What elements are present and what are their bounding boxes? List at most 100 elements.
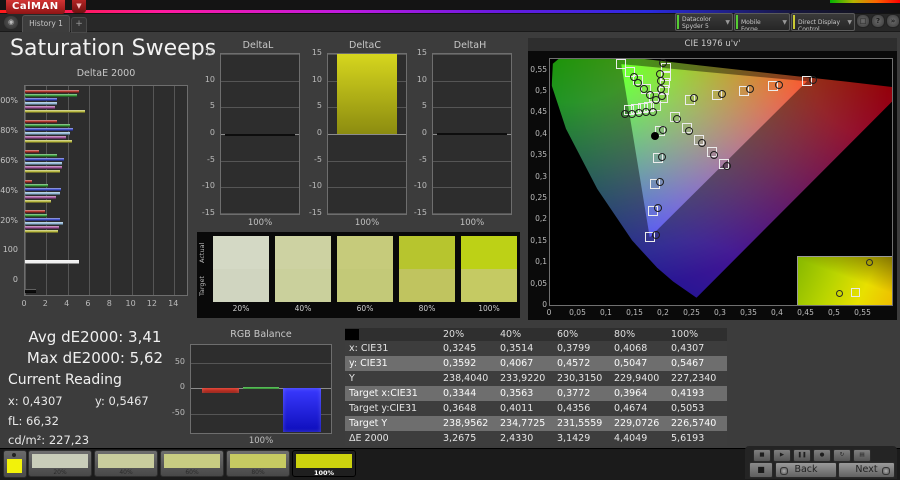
deltae2000-y-axis-labels: 100% 80% 60% 40% 20% 100 0 (0, 85, 21, 296)
measured-yellow-20pct (657, 91, 666, 100)
play-mini-button[interactable]: ▶ (773, 449, 791, 462)
deltaL-bar (225, 134, 295, 136)
actual-swatch (337, 236, 393, 269)
swatch-label: 80% (418, 304, 436, 313)
avg-de2000-stat: Avg dE2000: 3,41 (28, 328, 162, 346)
y-tick-label: -10 (308, 181, 322, 191)
level-button-20%[interactable]: 20% (28, 450, 92, 477)
chevron-down-icon: ▼ (847, 19, 852, 26)
level-button-60%[interactable]: 60% (160, 450, 224, 477)
pause-mini-button[interactable]: ❚❚ (793, 449, 811, 462)
actual-swatch (461, 236, 517, 269)
rgb-balance-x-axis-label: 100% (248, 436, 274, 446)
de-bar-red-20% (25, 210, 46, 213)
table-row: Target Y 238,9562 234,7725 231,5559 229,0726… (345, 416, 727, 431)
record-mini-button[interactable]: ● (813, 449, 831, 462)
deltaH-bar (437, 132, 507, 135)
gridline (131, 86, 133, 295)
cell-value: 4,4049 (614, 433, 648, 444)
de-bar-red-100% (25, 90, 80, 93)
deltac-chart-title: DeltaC (349, 40, 381, 51)
stop-button[interactable]: ■ (749, 462, 773, 478)
column-header: 80% (614, 329, 636, 340)
gridline (328, 134, 406, 135)
back-button-label: Back (794, 464, 818, 475)
back-button[interactable]: Back (775, 462, 837, 478)
cie-plot-area (549, 58, 893, 306)
cell-value: 0,5053 (671, 403, 705, 414)
collapse-button[interactable]: » (886, 14, 900, 28)
app-menu-arrow-icon[interactable]: ▼ (72, 0, 86, 13)
x-tick-label: 0,45 (797, 308, 814, 317)
y-tick-label: 0 (209, 128, 215, 137)
table-row: Target y:CIE31 0,3648 0,4011 0,4356 0,4674 0,… (345, 401, 727, 416)
y-tick-label: 0,1 (535, 257, 547, 267)
gridline (221, 213, 299, 214)
meter-dropdown-display-control[interactable]: Direct Display Control ▼ (791, 13, 855, 31)
de-bar-black-0 (25, 289, 36, 293)
current-reading-heading: Current Reading (8, 372, 122, 388)
cell-value: 234,7725 (500, 418, 546, 429)
current-cdm2-value: cd/m²: 227,23 (8, 433, 90, 447)
swatch-column-100%: 100% (461, 236, 517, 313)
gridline (221, 54, 299, 55)
gridline (433, 160, 511, 162)
add-tab-button[interactable]: + (71, 17, 87, 33)
app-logo[interactable]: CalMAN (6, 0, 65, 14)
y-tick-label: 0,25 (530, 193, 547, 203)
y-tick-label: -5 (207, 154, 215, 164)
settings-button[interactable]: □ (856, 14, 870, 28)
meter-sublabel: LCD (LED) (682, 30, 713, 31)
x-tick-label: 8 (106, 299, 112, 308)
deltal-y-axis-labels: 15 10 5 0 -5 -10 -15 (196, 40, 218, 220)
target-green-100pct (616, 59, 627, 70)
pattern-window-mini-button[interactable]: ▤ (853, 449, 871, 462)
cell-value: 0,3344 (443, 388, 477, 399)
x-tick-label: 0,15 (626, 308, 643, 317)
de-bar-blue-80% (25, 128, 73, 131)
cell-value: 5,6193 (671, 433, 705, 444)
meter-dropdown-source[interactable]: Mobile Forge ▼ (734, 13, 790, 31)
de-bar-green-60% (25, 154, 57, 157)
de-bar-yellow-40% (25, 200, 51, 203)
level-button-40%[interactable]: 40% (94, 450, 158, 477)
deltah-plot-area (432, 53, 512, 215)
pattern-color-button[interactable] (3, 450, 27, 478)
y-tick-label: -50 (171, 407, 185, 417)
page-title: Saturation Sweeps (10, 36, 217, 61)
de-bar-yellow-20% (25, 230, 59, 233)
meter-dropdown-colorimeter[interactable]: Datacolor Spyder 5 LCD (LED) ▼ (675, 13, 733, 31)
table-corner-cell (345, 328, 440, 341)
next-button[interactable]: Next (838, 462, 895, 478)
deltac-x-axis-label: 100% (354, 218, 380, 228)
rgb-balance-plot-area (190, 344, 332, 434)
deltac-plot-area (327, 53, 407, 215)
cell-value: 3,1429 (557, 433, 591, 444)
transport-panel: ■ ▶ ❚❚ ● ↻ ▤ ■ Back Next (745, 446, 897, 479)
help-button[interactable]: ? (871, 14, 885, 28)
actual-swatch (399, 236, 455, 269)
level-button-100%[interactable]: 100% (292, 450, 356, 477)
gridline (328, 187, 406, 189)
level-label: 20% (53, 469, 67, 476)
level-swatch (32, 454, 88, 468)
panel-toggle-button[interactable]: ◉ (4, 16, 18, 29)
target-swatch (461, 269, 517, 302)
cell-value: 238,9562 (443, 418, 489, 429)
tab-history[interactable]: History 1 (22, 15, 70, 32)
gridline (328, 160, 406, 162)
rainbow-strip (830, 0, 900, 3)
level-swatch (98, 454, 154, 468)
gridline (221, 160, 299, 162)
x-tick-label: 0,2 (657, 308, 669, 317)
y-tick-label: -5 (314, 154, 322, 164)
gridline (328, 213, 406, 214)
x-tick-label: 4 (64, 299, 70, 308)
stop-mini-button[interactable]: ■ (753, 449, 771, 462)
deltah-x-axis-label: 100% (459, 218, 485, 228)
level-button-80%[interactable]: 80% (226, 450, 290, 477)
table-row: y: CIE31 0,3592 0,4067 0,4572 0,5047 0,5467 (345, 356, 727, 371)
loop-mini-button[interactable]: ↻ (833, 449, 851, 462)
y-tick-label: 5 (209, 101, 215, 111)
x-tick-label: 0,5 (828, 308, 840, 317)
